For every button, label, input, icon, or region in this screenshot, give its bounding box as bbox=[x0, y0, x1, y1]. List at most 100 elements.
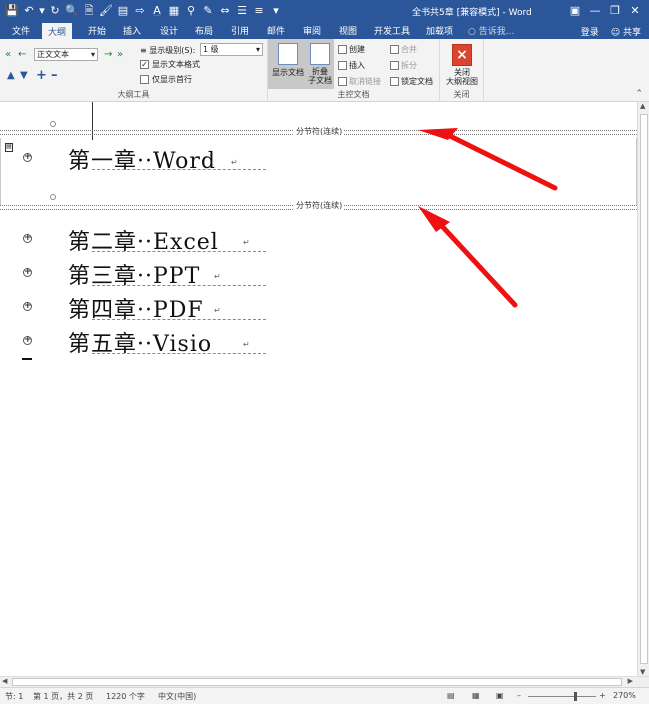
expand-heading-icon[interactable]: + bbox=[23, 302, 32, 311]
show-level-label: ≡ 显示级别(S): bbox=[140, 46, 196, 55]
move-down-icon[interactable]: ▼ bbox=[20, 70, 28, 81]
bullet-icon[interactable]: ≡ bbox=[251, 3, 267, 19]
section-indicator[interactable]: 节: 1 bbox=[5, 691, 23, 702]
new-doc-icon[interactable]: 🗎 bbox=[81, 3, 97, 19]
restore-icon[interactable]: ❐ bbox=[605, 2, 625, 20]
print-preview-icon[interactable]: 🔍 bbox=[64, 3, 80, 19]
word-count[interactable]: 1220 个字 bbox=[106, 691, 145, 702]
lock-document-button[interactable]: 锁定文档 bbox=[390, 76, 433, 87]
close-icon[interactable]: ✕ bbox=[625, 2, 645, 20]
zoom-in-icon[interactable]: + bbox=[599, 691, 606, 700]
tab-layout[interactable]: 布局 bbox=[195, 24, 213, 37]
ribbon-display-icon[interactable]: ▣ bbox=[565, 2, 585, 20]
redo-icon[interactable]: ↻ bbox=[47, 3, 63, 19]
list-icon[interactable]: ☰ bbox=[234, 3, 250, 19]
master-doc-group: 显示文档 折叠 子文档 创建 插入 取消链接 合并 拆分 锁定文档 主控文档 bbox=[268, 39, 440, 102]
draw-icon[interactable]: ✎ bbox=[200, 3, 216, 19]
zoom-level[interactable]: 270% bbox=[613, 691, 636, 700]
login-link[interactable]: 登录 bbox=[581, 25, 599, 38]
insert-subdoc-button[interactable]: 插入 bbox=[338, 60, 365, 71]
split-button[interactable]: 拆分 bbox=[390, 60, 417, 71]
read-mode-icon[interactable]: ▤ bbox=[447, 691, 455, 700]
chevron-down-icon: ▾ bbox=[255, 45, 260, 54]
promote-to-heading1-icon[interactable]: « bbox=[5, 49, 11, 60]
title-bar: 💾 ↶ ▾ ↻ 🔍 🗎 🖌 ▤ ⇨ A ▦ ⚲ ✎ ⇔ ☰ ≡ ▾ 全书共5章 … bbox=[0, 0, 649, 22]
document-icon bbox=[278, 43, 298, 65]
insert-icon[interactable]: ⇨ bbox=[132, 3, 148, 19]
scroll-thumb[interactable] bbox=[12, 678, 622, 686]
tab-file[interactable]: 文件 bbox=[12, 24, 30, 37]
insert-doc-icon bbox=[338, 61, 347, 70]
table-icon[interactable]: ▦ bbox=[166, 3, 182, 19]
tab-view[interactable]: 视图 bbox=[339, 24, 357, 37]
web-layout-icon[interactable]: ▣ bbox=[496, 691, 504, 700]
lock-icon bbox=[390, 77, 399, 86]
tab-insert[interactable]: 插入 bbox=[123, 24, 141, 37]
tab-developer[interactable]: 开发工具 bbox=[374, 24, 410, 37]
document-area[interactable]: 分节符(连续) ▤ + 第一章··Word ↵ 分节符(连续) + 第二章··E… bbox=[0, 102, 637, 676]
tab-addins[interactable]: 加载项 bbox=[426, 24, 453, 37]
format-painter-icon[interactable]: 🖌 bbox=[98, 3, 114, 19]
dropdown-icon[interactable]: ▾ bbox=[38, 3, 46, 19]
chapter-heading-1[interactable]: 第一章··Word bbox=[68, 143, 216, 175]
scroll-up-icon[interactable]: ▲ bbox=[640, 102, 645, 110]
ribbon: « ← 正文文本 ▾ → » ▲ ▼ + – ≡ 显示级别(S): 1 级 ▾ ✓ … bbox=[0, 39, 649, 102]
collapse-subdocs-button[interactable]: 折叠 子文档 bbox=[306, 43, 334, 85]
show-level-select[interactable]: 1 级 ▾ bbox=[200, 43, 263, 56]
outline-level-select[interactable]: 正文文本 ▾ bbox=[34, 48, 98, 61]
end-of-document-marker bbox=[22, 358, 32, 360]
undo-icon[interactable]: ↶ bbox=[21, 3, 37, 19]
scroll-right-icon[interactable]: ▶ bbox=[628, 677, 633, 685]
subdocument-icon[interactable]: ▤ bbox=[5, 143, 13, 152]
scroll-down-icon[interactable]: ▼ bbox=[640, 668, 645, 676]
horizontal-scrollbar[interactable]: ◀ ▶ bbox=[0, 676, 649, 687]
print-layout-icon[interactable]: ▦ bbox=[472, 691, 480, 700]
tab-references[interactable]: 引用 bbox=[231, 24, 249, 37]
expand-heading-icon[interactable]: + bbox=[23, 336, 32, 345]
promote-icon[interactable]: ← bbox=[18, 49, 26, 60]
paragraph-icon[interactable]: ▤ bbox=[115, 3, 131, 19]
show-text-format-label: 显示文本格式 bbox=[152, 60, 200, 69]
collapse-icon[interactable]: – bbox=[51, 68, 58, 83]
scroll-thumb[interactable] bbox=[640, 114, 648, 664]
create-button[interactable]: 创建 bbox=[338, 44, 365, 55]
lightbulb-icon: ○ bbox=[468, 27, 476, 37]
collapse-ribbon-icon[interactable]: ⌃ bbox=[635, 89, 643, 99]
move-up-icon[interactable]: ▲ bbox=[7, 70, 15, 81]
demote-to-body-icon[interactable]: » bbox=[117, 49, 123, 60]
save-icon[interactable]: 💾 bbox=[4, 3, 20, 19]
expand-heading-icon[interactable]: + bbox=[23, 268, 32, 277]
zoom-out-icon[interactable]: – bbox=[517, 691, 521, 700]
spacing-icon[interactable]: ⇔ bbox=[217, 3, 233, 19]
tab-design[interactable]: 设计 bbox=[160, 24, 178, 37]
minimize-icon[interactable]: — bbox=[585, 2, 605, 20]
show-document-button[interactable]: 显示文档 bbox=[271, 43, 305, 78]
zoom-slider-thumb[interactable] bbox=[574, 692, 577, 701]
expand-icon[interactable]: + bbox=[36, 68, 47, 83]
split-icon bbox=[390, 61, 399, 70]
search-icon[interactable]: ⚲ bbox=[183, 3, 199, 19]
scroll-left-icon[interactable]: ◀ bbox=[2, 677, 7, 685]
unlink-button[interactable]: 取消链接 bbox=[338, 76, 381, 87]
group-label: 大纲工具 bbox=[117, 90, 150, 99]
customize-icon[interactable]: ▾ bbox=[268, 3, 284, 19]
vertical-scrollbar[interactable]: ▲ ▼ bbox=[637, 102, 649, 676]
expand-heading-icon[interactable]: + bbox=[23, 234, 32, 243]
show-first-line-checkbox[interactable] bbox=[140, 75, 149, 84]
section-break-label: 分节符(连续) bbox=[294, 200, 345, 211]
language-indicator[interactable]: 中文(中国) bbox=[158, 691, 196, 702]
tab-outline[interactable]: 大纲 bbox=[42, 23, 73, 39]
tab-review[interactable]: 审阅 bbox=[303, 24, 321, 37]
tab-mailings[interactable]: 邮件 bbox=[267, 24, 285, 37]
page-indicator[interactable]: 第 1 页，共 2 页 bbox=[33, 691, 93, 702]
merge-button[interactable]: 合并 bbox=[390, 44, 417, 55]
share-button[interactable]: ☺ 共享 bbox=[611, 25, 641, 38]
close-outline-view-button[interactable]: × 关闭 大纲视图 bbox=[442, 44, 482, 86]
tab-home[interactable]: 开始 bbox=[88, 24, 106, 37]
demote-icon[interactable]: → bbox=[104, 49, 112, 60]
font-color-icon[interactable]: A bbox=[149, 3, 165, 19]
zoom-slider[interactable] bbox=[528, 696, 596, 697]
tell-me-box[interactable]: ○ 告诉我... bbox=[468, 24, 514, 37]
expand-heading-icon[interactable]: + bbox=[23, 153, 32, 162]
show-text-format-checkbox[interactable]: ✓ bbox=[140, 60, 149, 69]
